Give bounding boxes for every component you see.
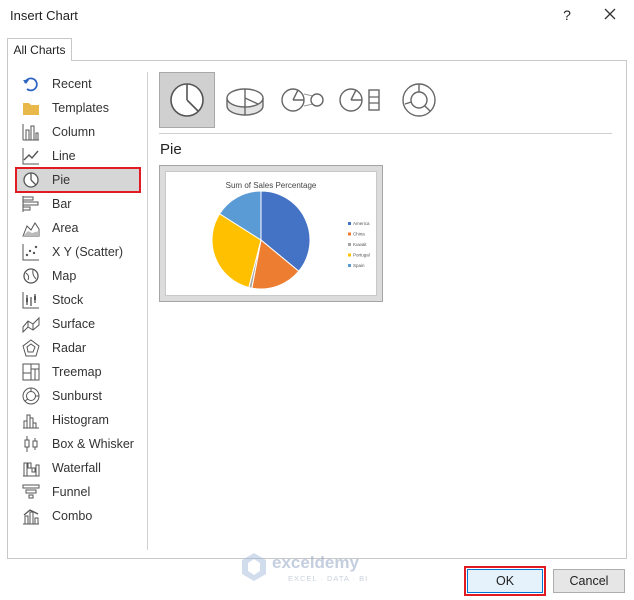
legend-marker-spain [348,264,351,267]
histogram-chart-icon [22,411,40,429]
sidebar-item-label: Map [52,269,77,283]
sidebar-item-x-y-scatter[interactable]: X Y (Scatter) [16,240,140,264]
legend-label-spain: Spain [353,263,365,268]
sidebar-item-label: Recent [52,77,92,91]
scatter-chart-icon [22,243,40,261]
legend-label-china: China [353,232,365,237]
selected-chart-type-label: Pie [160,141,182,158]
box-whisker-chart-icon [22,435,40,453]
pie-of-pie-icon [281,88,324,112]
sidebar-item-label: Waterfall [52,461,101,475]
sidebar-item-treemap[interactable]: Treemap [16,360,140,384]
3d-pie-icon [226,88,264,116]
sidebar-item-label: Combo [52,509,93,523]
sidebar-item-surface[interactable]: Surface [16,312,140,336]
sidebar-item-area[interactable]: Area [16,216,140,240]
pie-chart-icon [22,171,40,189]
sidebar-item-templates[interactable]: Templates [16,96,140,120]
sidebar-item-label: Line [52,149,76,163]
sidebar-item-map[interactable]: Map [16,264,140,288]
chart-preview-canvas: Sum of Sales Percentage America China Kuwa… [165,171,377,296]
legend-marker-china [348,232,351,236]
pie-icon [170,83,204,117]
sidebar-item-label: Box & Whisker [52,437,134,451]
sidebar-item-line[interactable]: Line [16,144,140,168]
sidebar-item-label: Surface [52,317,96,331]
area-chart-icon [22,219,40,237]
gallery-divider [159,133,612,134]
map-chart-icon [22,267,40,285]
ok-button[interactable]: OK [464,566,546,596]
sidebar-item-label: Treemap [52,365,102,379]
combo-chart-icon [22,507,40,525]
watermark-brand: exceldemy [272,553,359,572]
waterfall-chart-icon [22,459,40,477]
legend-label-america: America [353,221,370,226]
pie-chart: Sum of Sales Percentage America China Kuwa… [211,181,370,290]
subtype-pie[interactable] [159,72,215,128]
title-bar: Insert Chart ? [0,0,634,32]
bar-of-pie-icon [339,88,380,112]
sidebar-item-pie[interactable]: Pie [15,167,141,193]
column-chart-icon [22,123,40,141]
sidebar-item-label: Bar [52,197,72,211]
subtype-3d-pie[interactable] [217,72,273,128]
sidebar-item-label: Pie [52,173,71,187]
sidebar-divider [147,72,148,550]
legend-marker-kuwait [348,243,351,246]
radar-chart-icon [22,339,40,357]
recent-icon [22,75,40,93]
subtype-pie-of-pie[interactable] [275,72,331,128]
exceldemy-watermark: exceldemy EXCEL · DATA · BI [242,553,368,583]
close-icon [604,8,616,20]
sidebar-item-label: Funnel [52,485,91,499]
treemap-chart-icon [22,363,40,381]
stock-chart-icon [22,291,40,309]
sidebar-item-box-whisker[interactable]: Box & Whisker [16,432,140,456]
sidebar-item-label: Stock [52,293,84,307]
sunburst-chart-icon [22,387,40,405]
window-title: Insert Chart [10,8,78,23]
funnel-chart-icon [22,483,40,501]
sidebar-item-stock[interactable]: Stock [16,288,140,312]
sidebar-item-sunburst[interactable]: Sunburst [16,384,140,408]
chart-preview[interactable]: Sum of Sales Percentage America China Kuwa… [159,165,383,302]
sidebar-item-funnel[interactable]: Funnel [16,480,140,504]
tab-all-charts[interactable]: All Charts [7,38,72,61]
sidebar-item-label: Column [52,125,96,139]
chart-type-list: Recent Templates Column Line Pie Bar Area X Y (… [15,72,141,528]
subtype-doughnut[interactable] [391,72,447,128]
surface-chart-icon [22,315,40,333]
sidebar-item-label: Radar [52,341,87,355]
sidebar-item-label: Histogram [52,413,109,427]
sidebar-item-label: X Y (Scatter) [52,245,124,259]
sidebar-item-bar[interactable]: Bar [16,192,140,216]
folder-icon [22,99,40,117]
cancel-button[interactable]: Cancel [553,569,625,593]
subtype-bar-of-pie[interactable] [333,72,389,128]
line-chart-icon [22,147,40,165]
sidebar-item-label: Sunburst [52,389,103,403]
watermark-tagline: EXCEL · DATA · BI [288,574,368,583]
close-button[interactable] [598,4,622,26]
legend-label-kuwait: Kuwait [353,242,367,247]
chart-title: Sum of Sales Percentage [226,181,317,190]
sidebar-item-radar[interactable]: Radar [16,336,140,360]
sidebar-item-label: Area [52,221,79,235]
sidebar-item-recent[interactable]: Recent [16,72,140,96]
sidebar-item-waterfall[interactable]: Waterfall [16,456,140,480]
exceldemy-logo-icon [242,553,266,581]
help-button[interactable]: ? [556,4,578,26]
bar-chart-icon [22,195,40,213]
legend-marker-portugal [348,253,351,257]
sidebar-item-column[interactable]: Column [16,120,140,144]
legend-marker-america [348,222,351,225]
sidebar-item-label: Templates [52,101,109,115]
doughnut-icon [402,83,436,117]
legend-label-portugal: Portugal [353,253,370,258]
sidebar-item-combo[interactable]: Combo [16,504,140,528]
sidebar-item-histogram[interactable]: Histogram [16,408,140,432]
